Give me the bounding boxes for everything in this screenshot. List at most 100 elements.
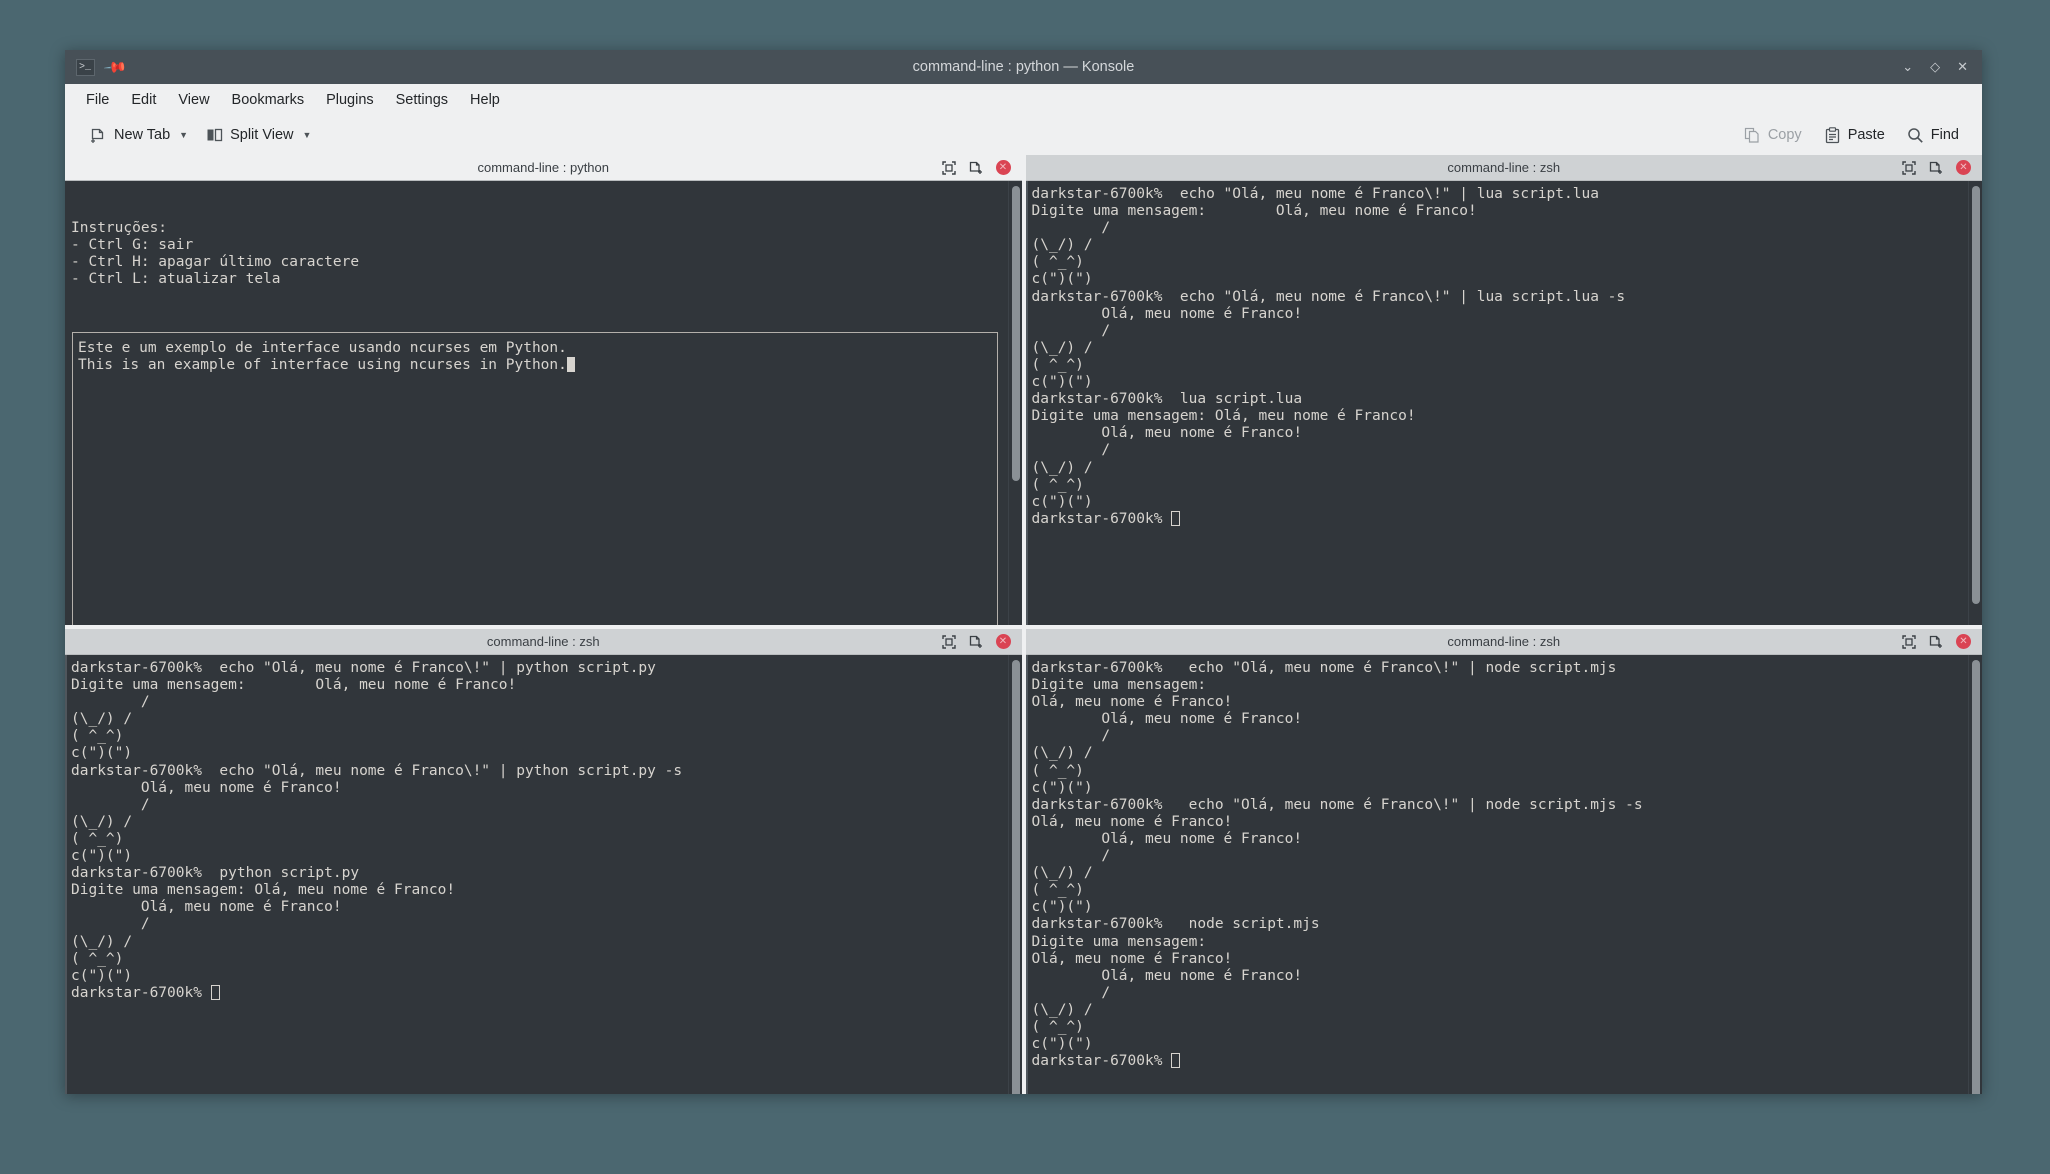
new-tab-icon[interactable] <box>969 635 983 649</box>
close-button[interactable]: ✕ <box>1957 61 1968 74</box>
terminal-line: Olá, meu nome é Franco! <box>1031 425 1303 442</box>
terminal-line: / <box>1031 442 1111 459</box>
copy-button[interactable]: Copy <box>1735 122 1811 149</box>
terminal-line: ( ^_^) <box>1031 762 1084 779</box>
menu-bookmarks[interactable]: Bookmarks <box>221 88 316 112</box>
split-view-label: Split View <box>230 127 294 143</box>
konsole-icon[interactable]: >_ <box>75 57 95 77</box>
terminal-line: (\_/) / <box>71 711 133 728</box>
close-icon[interactable]: ✕ <box>995 634 1011 649</box>
expand-icon[interactable] <box>941 160 956 175</box>
chevron-down-icon[interactable]: ▼ <box>179 130 188 140</box>
terminal-line: darkstar-6700k% echo "Olá, meu nome é Fr… <box>1031 796 1643 813</box>
scrollbar-thumb[interactable] <box>1011 660 1020 1094</box>
terminal-top-right[interactable]: darkstar-6700k% echo "Olá, meu nome é Fr… <box>1025 181 1982 625</box>
terminal-output-bottom-left[interactable]: darkstar-6700k% echo "Olá, meu nome é Fr… <box>65 655 1008 1094</box>
terminal-line: ( ^_^) <box>1031 356 1084 373</box>
terminal-line: / <box>1031 848 1111 865</box>
terminal-line: Olá, meu nome é Franco! <box>1031 305 1303 322</box>
new-tab-button[interactable]: New Tab ▼ <box>81 122 197 149</box>
pane-title-top-left: command-line : python <box>477 160 609 175</box>
terminal-line: Olá, meu nome é Franco! <box>1031 967 1303 984</box>
new-tab-icon[interactable] <box>1929 161 1943 175</box>
pane-top-left[interactable]: command-line : python ✕ Instruções: - Ct… <box>65 155 1022 625</box>
close-icon[interactable]: ✕ <box>995 160 1011 175</box>
pane-header-top-right[interactable]: command-line : zsh ✕ <box>1025 155 1982 181</box>
text-cursor <box>1171 1053 1181 1069</box>
text-cursor <box>210 984 220 1000</box>
scrollbar-top-left[interactable] <box>1007 181 1022 625</box>
terminal-bottom-left[interactable]: darkstar-6700k% echo "Olá, meu nome é Fr… <box>65 655 1022 1094</box>
expand-icon[interactable] <box>1902 160 1916 175</box>
konsole-window: >_ 📌 command-line : python — Konsole ⌄ ◇… <box>65 50 1982 1094</box>
scrollbar-bottom-left[interactable] <box>1007 655 1022 1094</box>
chevron-down-icon[interactable]: ▼ <box>302 130 311 140</box>
menu-edit[interactable]: Edit <box>120 88 167 112</box>
pane-top-right[interactable]: command-line : zsh ✕ darkstar-6700k% ech… <box>1025 155 1982 625</box>
terminal-line: Olá, meu nome é Franco! <box>1031 711 1303 728</box>
pane-row-bottom: command-line : zsh ✕ darkstar-6700k% ech… <box>65 629 1982 1094</box>
terminal-line: (\_/) / <box>1031 865 1093 882</box>
ncurses-box-line-pt: Este e um exemplo de interface usando nc… <box>78 339 567 356</box>
scrollbar-thumb[interactable] <box>1011 186 1020 481</box>
split-view-button[interactable]: Split View ▼ <box>197 122 320 148</box>
maximize-button[interactable]: ◇ <box>1930 61 1940 74</box>
menu-file[interactable]: File <box>75 88 120 112</box>
terminal-line: ( ^_^) <box>1031 254 1084 271</box>
window-controls: ⌄ ◇ ✕ <box>1902 61 1982 74</box>
find-button[interactable]: Find <box>1898 122 1968 149</box>
menu-help[interactable]: Help <box>459 88 511 112</box>
pane-header-bottom-left[interactable]: command-line : zsh ✕ <box>65 629 1022 655</box>
window-titlebar[interactable]: >_ 📌 command-line : python — Konsole ⌄ ◇… <box>65 50 1982 84</box>
close-icon[interactable]: ✕ <box>1956 160 1971 175</box>
terminal-line: / <box>1031 322 1111 339</box>
terminal-bottom-right[interactable]: darkstar-6700k% echo "Olá, meu nome é Fr… <box>1025 655 1982 1094</box>
scrollbar-bottom-right[interactable] <box>1968 655 1982 1094</box>
close-icon[interactable]: ✕ <box>1956 634 1971 649</box>
terminal-line: (\_/) / <box>1031 745 1093 762</box>
terminal-line: Olá, meu nome é Franco! <box>1031 950 1233 967</box>
terminal-top-left[interactable]: Instruções: - Ctrl G: sair - Ctrl H: apa… <box>65 181 1022 625</box>
terminal-line: darkstar-6700k% lua script.lua <box>1031 391 1303 408</box>
terminal-line: / <box>1031 728 1111 745</box>
pin-icon[interactable]: 📌 <box>102 54 127 79</box>
expand-icon[interactable] <box>941 634 956 649</box>
scrollbar-top-right[interactable] <box>1968 181 1982 625</box>
pane-header-bottom-right[interactable]: command-line : zsh ✕ <box>1025 629 1982 655</box>
menu-plugins[interactable]: Plugins <box>315 88 385 112</box>
minimize-button[interactable]: ⌄ <box>1902 61 1913 74</box>
expand-icon[interactable] <box>1902 634 1916 649</box>
terminal-line: darkstar-6700k% <box>71 984 1008 1002</box>
scrollbar-thumb[interactable] <box>1972 660 1980 1094</box>
terminal-line: Olá, meu nome é Franco! <box>1031 694 1233 711</box>
titlebar-left-icons: >_ 📌 <box>65 54 128 80</box>
new-tab-icon[interactable] <box>1929 635 1943 649</box>
terminal-output-top-right[interactable]: darkstar-6700k% echo "Olá, meu nome é Fr… <box>1025 181 1969 625</box>
terminal-line: / <box>71 916 150 933</box>
terminal-line: Digite uma mensagem: <box>1031 677 1207 694</box>
copy-label: Copy <box>1767 127 1802 143</box>
ncurses-screen[interactable]: Instruções: - Ctrl G: sair - Ctrl H: apa… <box>65 181 1008 625</box>
terminal-line: c(")(") <box>71 848 133 865</box>
terminal-line: darkstar-6700k% <box>1032 1053 1969 1070</box>
pane-bottom-right[interactable]: command-line : zsh ✕ darkstar-6700k% ech… <box>1025 629 1982 1094</box>
terminal-line: / <box>71 796 150 813</box>
paste-button[interactable]: Paste <box>1815 122 1894 149</box>
pane-header-top-left[interactable]: command-line : python ✕ <box>65 155 1022 181</box>
terminal-line: Digite uma mensagem: <box>1031 933 1207 950</box>
new-tab-icon[interactable] <box>969 161 983 175</box>
terminal-line: / <box>1031 220 1111 237</box>
pane-title-bottom-left: command-line : zsh <box>486 634 600 649</box>
pane-bottom-left[interactable]: command-line : zsh ✕ darkstar-6700k% ech… <box>65 629 1022 1094</box>
terminal-output-bottom-right[interactable]: darkstar-6700k% echo "Olá, meu nome é Fr… <box>1025 655 1969 1094</box>
terminal-line: darkstar-6700k% echo "Olá, meu nome é Fr… <box>1031 288 1626 305</box>
menu-view[interactable]: View <box>167 88 220 112</box>
scrollbar-thumb[interactable] <box>1972 186 1980 604</box>
menu-settings[interactable]: Settings <box>385 88 459 112</box>
ncurses-input-box[interactable]: Este e um exemplo de interface usando nc… <box>72 331 998 625</box>
new-tab-icon <box>90 127 107 144</box>
terminal-line: c(")(") <box>1031 271 1093 288</box>
terminal-line: ( ^_^) <box>71 728 124 745</box>
pane-title-top-right: command-line : zsh <box>1447 160 1561 175</box>
find-label: Find <box>1930 127 1959 143</box>
